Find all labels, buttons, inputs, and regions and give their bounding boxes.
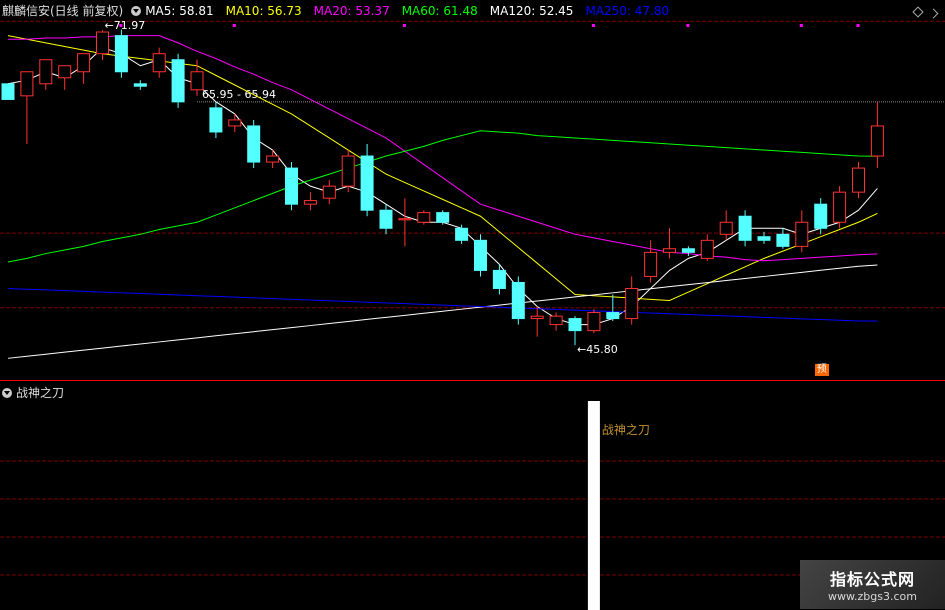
- watermark: 指标公式网 www.zbgs3.com: [800, 560, 945, 609]
- ma-legend-2: MA20: 53.37: [313, 3, 390, 18]
- candle-body-33[interactable]: [625, 287, 639, 320]
- ma-legend-3: MA60: 61.48: [401, 3, 478, 18]
- pre-tag: 预: [814, 364, 829, 376]
- stock-name: 麒麟信安(日线 前复权): [2, 4, 124, 18]
- candle-body-13[interactable]: [247, 125, 261, 163]
- candle-body-34[interactable]: [644, 251, 658, 277]
- signal-dot-21: [402, 24, 406, 27]
- chart-header: 麒麟信安(日线 前复权) MA5: 58.81 MA10: 56.73 MA20: …: [2, 2, 681, 19]
- watermark-title: 指标公式网: [829, 570, 915, 589]
- candle-body-3[interactable]: [58, 65, 72, 79]
- candle-body-8[interactable]: [152, 53, 166, 73]
- candle-body-25[interactable]: [474, 239, 487, 271]
- expand-icon[interactable]: [928, 8, 939, 19]
- chart-canvas[interactable]: 65.95 - 65.94←71.97←45.80: [0, 0, 945, 380]
- ma-legend-0: MA5: 58.81: [145, 3, 214, 18]
- candle-body-17[interactable]: [322, 185, 336, 199]
- ma-line-MA250: [7, 287, 878, 322]
- ma-legend-4: MA120: 52.45: [489, 3, 574, 18]
- candle-body-21[interactable]: [398, 218, 412, 221]
- candle-body-18[interactable]: [341, 155, 355, 187]
- candle-body-2[interactable]: [39, 59, 53, 85]
- candle-body-10[interactable]: [190, 71, 204, 91]
- signal-dot-36: [686, 24, 690, 27]
- signal-dot-42: [799, 24, 803, 27]
- candle-body-22[interactable]: [417, 212, 431, 223]
- chart-controls: [912, 6, 939, 19]
- signal-dot-12: [232, 24, 236, 27]
- sub-signal-bar[interactable]: [587, 401, 600, 610]
- candle-body-7[interactable]: [133, 83, 147, 87]
- ma-line-MA60: [7, 130, 878, 263]
- signal-dot-31: [591, 24, 595, 27]
- candle-body-16[interactable]: [303, 200, 317, 205]
- candle-body-35[interactable]: [663, 248, 676, 253]
- candle-body-4[interactable]: [77, 53, 91, 73]
- signal-dot-45: [856, 24, 860, 27]
- sub-signal-label: 战神之刀: [602, 423, 650, 437]
- ma-line-MA120: [7, 264, 878, 359]
- watermark-url: www.zbgs3.com: [828, 590, 917, 603]
- candle-body-41[interactable]: [776, 233, 790, 247]
- ma-legend-1: MA10: 56.73: [225, 3, 302, 18]
- candle-body-38[interactable]: [719, 221, 733, 235]
- candle-body-6[interactable]: [114, 35, 128, 73]
- candle-body-45[interactable]: [852, 167, 865, 193]
- candle-body-9[interactable]: [171, 59, 185, 103]
- candle-body-29[interactable]: [549, 315, 563, 326]
- candle-body-37[interactable]: [700, 239, 714, 259]
- diamond-icon[interactable]: [912, 6, 924, 18]
- candle-body-27[interactable]: [511, 281, 525, 320]
- ma-legend-5: MA250: 47.80: [585, 3, 670, 18]
- low-annotation: ←45.80: [577, 343, 618, 356]
- candle-body-12[interactable]: [228, 119, 242, 127]
- candle-body-40[interactable]: [757, 236, 771, 241]
- candle-body-14[interactable]: [266, 155, 280, 163]
- candle-body-39[interactable]: [738, 215, 752, 241]
- candle-body-28[interactable]: [530, 315, 544, 320]
- candle-body-15[interactable]: [285, 167, 298, 205]
- candle-body-36[interactable]: [681, 248, 695, 253]
- candle-body-46[interactable]: [870, 125, 884, 157]
- candle-body-31[interactable]: [587, 312, 601, 332]
- candle-body-23[interactable]: [436, 212, 450, 223]
- ma-line-MA5: [7, 47, 878, 326]
- candle-body-1[interactable]: [20, 71, 34, 97]
- candle-body-24[interactable]: [455, 227, 469, 241]
- main-chart-area[interactable]: 麒麟信安(日线 前复权) MA5: 58.81 MA10: 56.73 MA20: …: [0, 0, 945, 380]
- candle-body-32[interactable]: [606, 312, 620, 320]
- ma-line-MA10: [7, 35, 878, 302]
- candle-body-30[interactable]: [568, 318, 582, 332]
- high-annotation: ←71.97: [105, 19, 146, 32]
- candle-body-0[interactable]: [1, 83, 15, 100]
- candle-body-44[interactable]: [833, 191, 847, 223]
- candle-body-43[interactable]: [814, 203, 828, 229]
- candle-body-19[interactable]: [360, 155, 374, 211]
- candle-body-20[interactable]: [379, 209, 393, 229]
- candle-body-26[interactable]: [492, 269, 506, 289]
- candle-body-11[interactable]: [209, 107, 223, 133]
- candle-body-5[interactable]: [96, 31, 109, 55]
- collapse-icon[interactable]: [131, 5, 142, 16]
- candle-body-42[interactable]: [795, 221, 809, 247]
